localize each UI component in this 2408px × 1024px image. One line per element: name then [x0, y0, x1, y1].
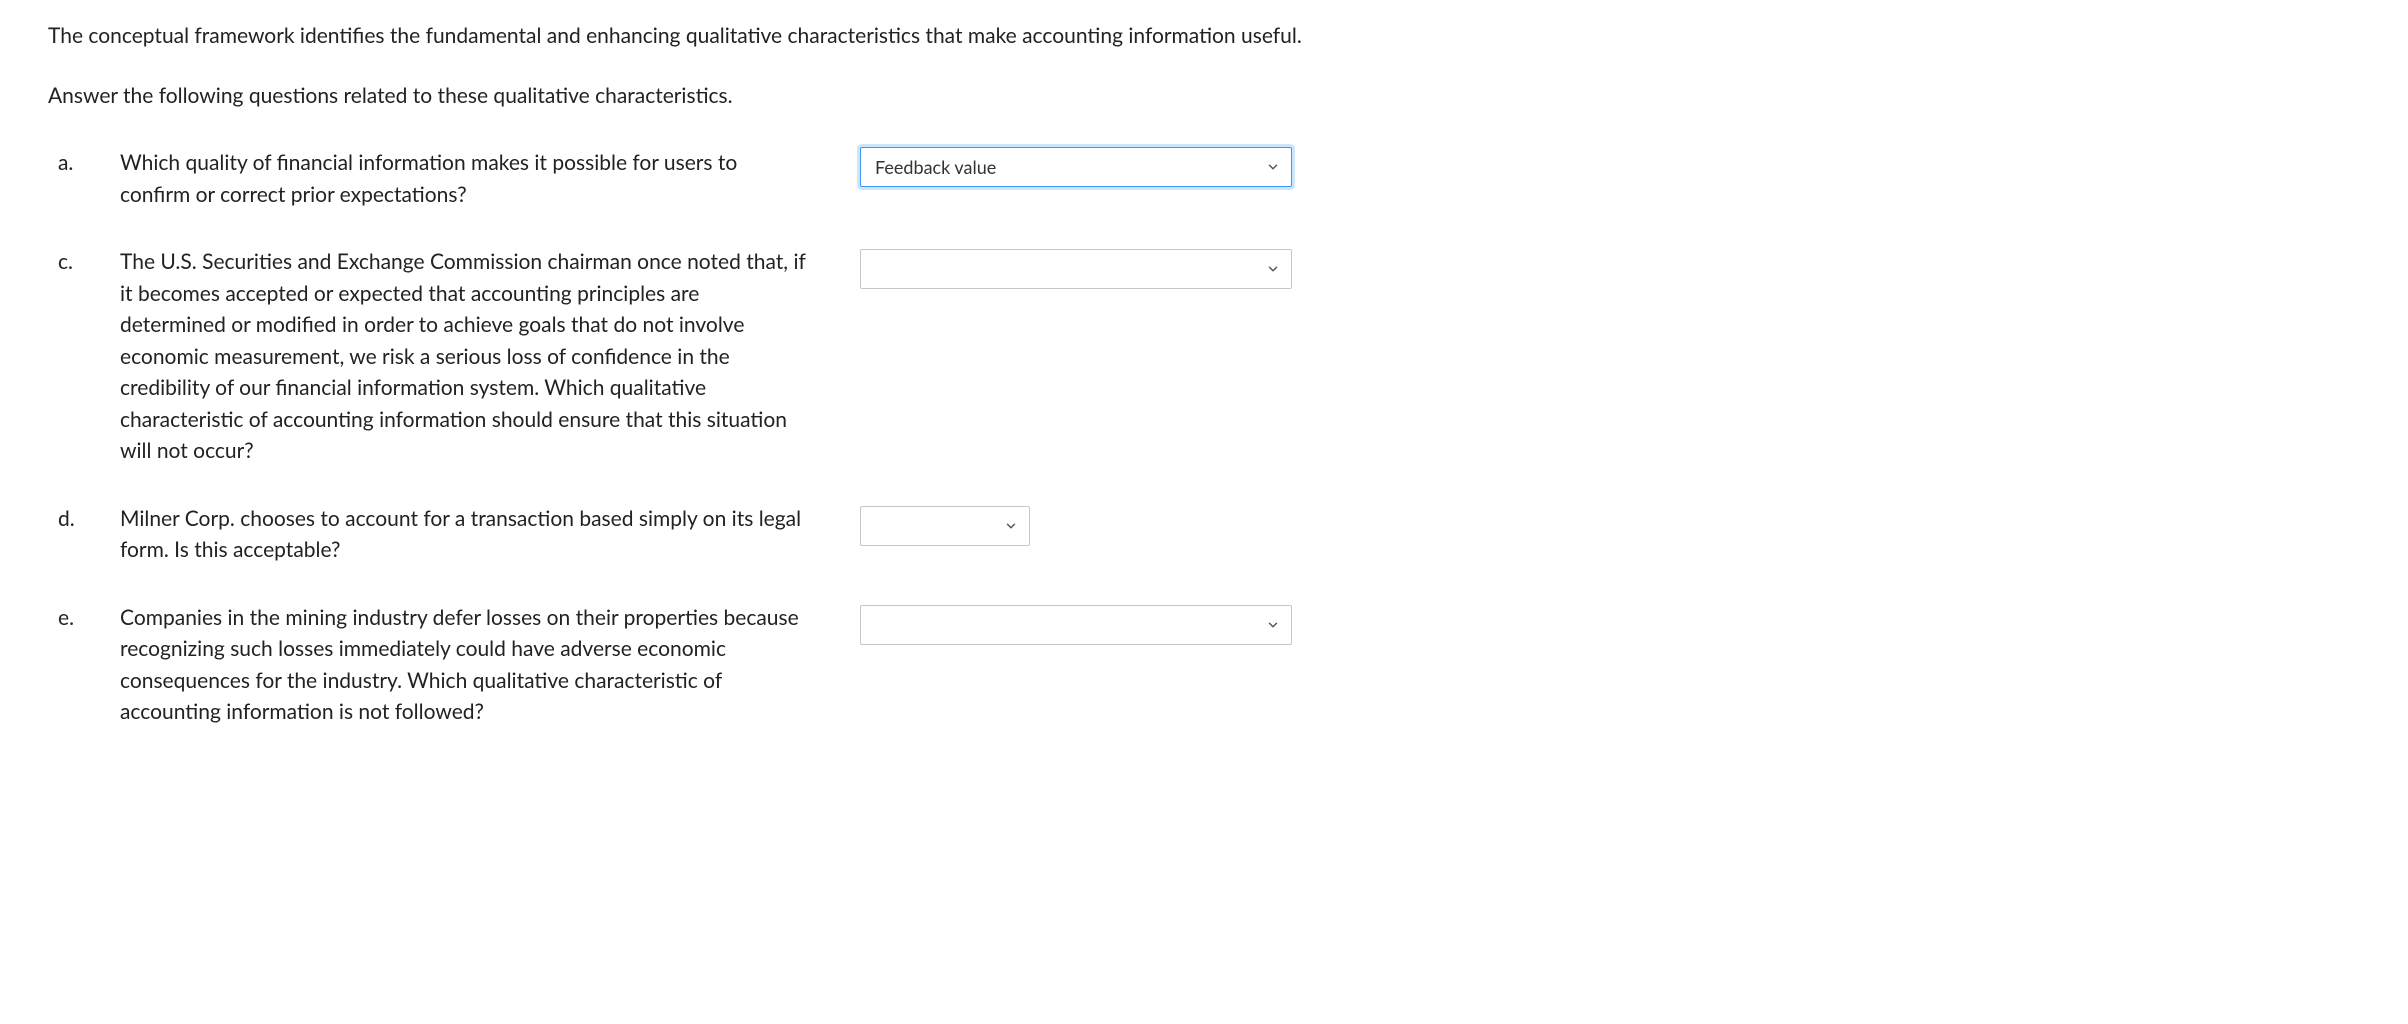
select-box[interactable] [860, 506, 1030, 546]
question-label: d. [48, 503, 120, 535]
prompt-text: Answer the following questions related t… [48, 80, 2360, 112]
answer-select-a[interactable]: Feedback value [860, 147, 1292, 187]
intro-text: The conceptual framework identifies the … [48, 20, 1548, 52]
question-answer-cell [840, 246, 1292, 289]
question-text: Companies in the mining industry defer l… [120, 602, 840, 728]
question-row-d: d. Milner Corp. chooses to account for a… [48, 503, 2360, 566]
answer-select-e[interactable] [860, 605, 1292, 645]
question-row-a: a. Which quality of financial informatio… [48, 147, 2360, 210]
question-answer-cell [840, 602, 1292, 645]
question-text: Which quality of financial information m… [120, 147, 840, 210]
answer-select-d[interactable] [860, 506, 1030, 546]
question-row-e: e. Companies in the mining industry defe… [48, 602, 2360, 728]
select-box[interactable] [860, 605, 1292, 645]
question-label: c. [48, 246, 120, 278]
select-value: Feedback value [875, 154, 996, 181]
intro-line-1: The conceptual framework identifies the … [48, 20, 1548, 52]
select-box[interactable]: Feedback value [860, 147, 1292, 187]
question-label: e. [48, 602, 120, 634]
question-row-c: c. The U.S. Securities and Exchange Comm… [48, 246, 2360, 467]
question-text: The U.S. Securities and Exchange Commiss… [120, 246, 840, 467]
question-answer-cell [840, 503, 1030, 546]
question-answer-cell: Feedback value [840, 147, 1292, 187]
question-text: Milner Corp. chooses to account for a tr… [120, 503, 840, 566]
select-box[interactable] [860, 249, 1292, 289]
question-list: a. Which quality of financial informatio… [48, 147, 2360, 728]
question-label: a. [48, 147, 120, 179]
answer-select-c[interactable] [860, 249, 1292, 289]
